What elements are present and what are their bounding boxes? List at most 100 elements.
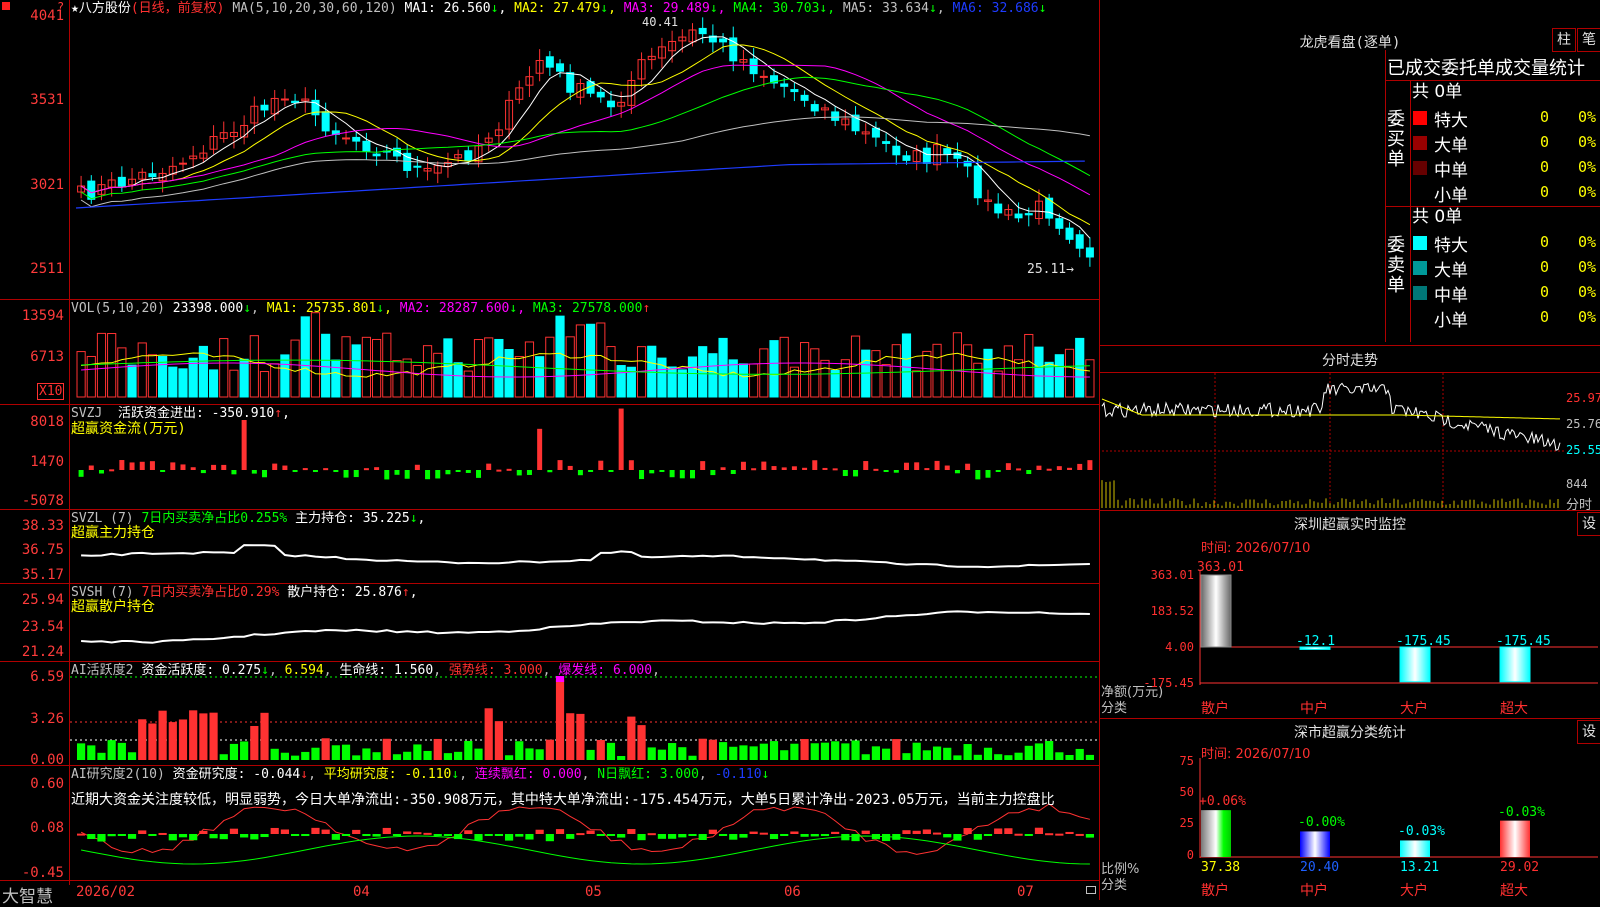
candle-body (902, 155, 911, 161)
sz-time: 时间: 2026/07/10 (1201, 541, 1311, 556)
activity-bar (1075, 748, 1084, 760)
rp-sep (1100, 510, 1600, 511)
activity-bar (566, 713, 575, 760)
research-bar (515, 834, 524, 837)
row-label: 中单 (1434, 286, 1468, 306)
kline-chart[interactable] (0, 0, 1600, 900)
period-mode[interactable]: (日线，前复权) (131, 1, 225, 16)
research-bar (148, 834, 157, 836)
activity-bar (1014, 752, 1023, 760)
svzj-axis-label: -5078 (21, 493, 64, 509)
bar-mode-button[interactable]: 柱 (1552, 28, 1576, 52)
main-header: ★八方股份(日线，前复权) MA(5,10,20,30,60,120) MA1:… (71, 1, 1046, 17)
volume-bar (402, 358, 412, 398)
research-bar (403, 831, 412, 834)
volume-bar (178, 368, 188, 398)
sz-settings-button[interactable]: 设 (1577, 512, 1600, 536)
activity-bar (718, 742, 728, 760)
candle-body (352, 136, 361, 142)
fs-vol-label: 844 (1566, 477, 1588, 491)
activity-bar (77, 743, 86, 760)
activity-bar (260, 712, 269, 760)
volume-bar (993, 370, 1003, 398)
volume-bar (708, 353, 718, 398)
flow-bar (1005, 463, 1011, 470)
flow-bar (200, 470, 206, 474)
lock-icon[interactable] (1086, 886, 1096, 894)
star-icon[interactable]: ★ (71, 1, 79, 16)
flow-bar (791, 466, 797, 470)
volume-bar (810, 348, 820, 398)
candle-body (1055, 218, 1064, 229)
activity-bar (1065, 755, 1074, 760)
research-bar (474, 834, 483, 841)
activity-bar (280, 752, 289, 760)
volume-bar (96, 332, 107, 398)
brand-logo[interactable]: 大智慧 (2, 882, 53, 907)
activity-bar (790, 743, 799, 760)
stock-name[interactable]: 八方股份 (79, 1, 131, 16)
candle-body (780, 83, 789, 87)
sz-axis-label: 4.00 (1165, 640, 1194, 654)
activity-bar (902, 753, 911, 760)
svsh-axis-label: 23.54 (21, 619, 64, 635)
fl-bar-value: 37.38 (1201, 860, 1241, 875)
candle-body (280, 98, 289, 101)
fl-settings-button[interactable]: 设 (1577, 720, 1600, 744)
candle-body (892, 145, 901, 156)
research-bar (464, 830, 473, 834)
fl-bar (1400, 840, 1430, 857)
flow-bar (221, 464, 227, 470)
ai2-axis-label: -0.45 (21, 865, 64, 881)
tick-mode-button[interactable]: 笔 (1577, 28, 1600, 52)
row-value: 0 (1540, 183, 1550, 201)
research-bar (596, 834, 605, 836)
activity-bar (545, 739, 554, 760)
price-axis-label: 3021 (30, 177, 64, 193)
research-bar (627, 829, 636, 834)
volume-bar (280, 354, 290, 398)
flow-bar (445, 470, 451, 475)
vol-unit-button[interactable]: X10 (37, 383, 65, 400)
candle-body (1085, 247, 1094, 258)
candle-body (831, 111, 840, 121)
research-bar (341, 834, 351, 836)
volume-bar (341, 336, 351, 398)
row-label: 大单 (1434, 136, 1468, 156)
activity-bar (759, 743, 768, 760)
activity-bar (311, 747, 320, 760)
flow-bar (914, 462, 920, 470)
volume-bar (127, 364, 137, 398)
rp-sep (1100, 345, 1600, 346)
research-bar (973, 834, 982, 840)
flow-bar (557, 460, 563, 470)
flow-bar (486, 463, 492, 470)
sz-bar-value: 363.01 (1197, 560, 1244, 575)
flow-bar (292, 470, 298, 472)
candle-body (882, 141, 891, 144)
volume-bar (361, 336, 372, 398)
flow-bar (883, 470, 889, 472)
row-percent: 0% (1578, 283, 1597, 301)
flow-bar (1026, 470, 1032, 475)
volume-bar (259, 371, 270, 398)
flow-bar (985, 470, 991, 478)
activity-bar (209, 712, 218, 760)
activity-bar (178, 719, 188, 760)
activity-bar (352, 755, 361, 760)
volume-bar (1024, 333, 1034, 398)
research-bar (902, 830, 911, 834)
row-label: 小单 (1434, 311, 1468, 331)
volume-bar (300, 316, 310, 398)
research-bar (504, 834, 514, 841)
flow-bar (842, 470, 848, 477)
volume-bar (147, 354, 158, 398)
research-bar (178, 834, 188, 838)
low-price-label: 25.11→ (1027, 262, 1074, 277)
research-bar (1055, 833, 1064, 836)
research-bar (280, 829, 289, 834)
fl-bar (1500, 820, 1530, 857)
volume-bar (973, 362, 983, 398)
research-bar (352, 829, 361, 834)
research-bar (861, 830, 870, 834)
